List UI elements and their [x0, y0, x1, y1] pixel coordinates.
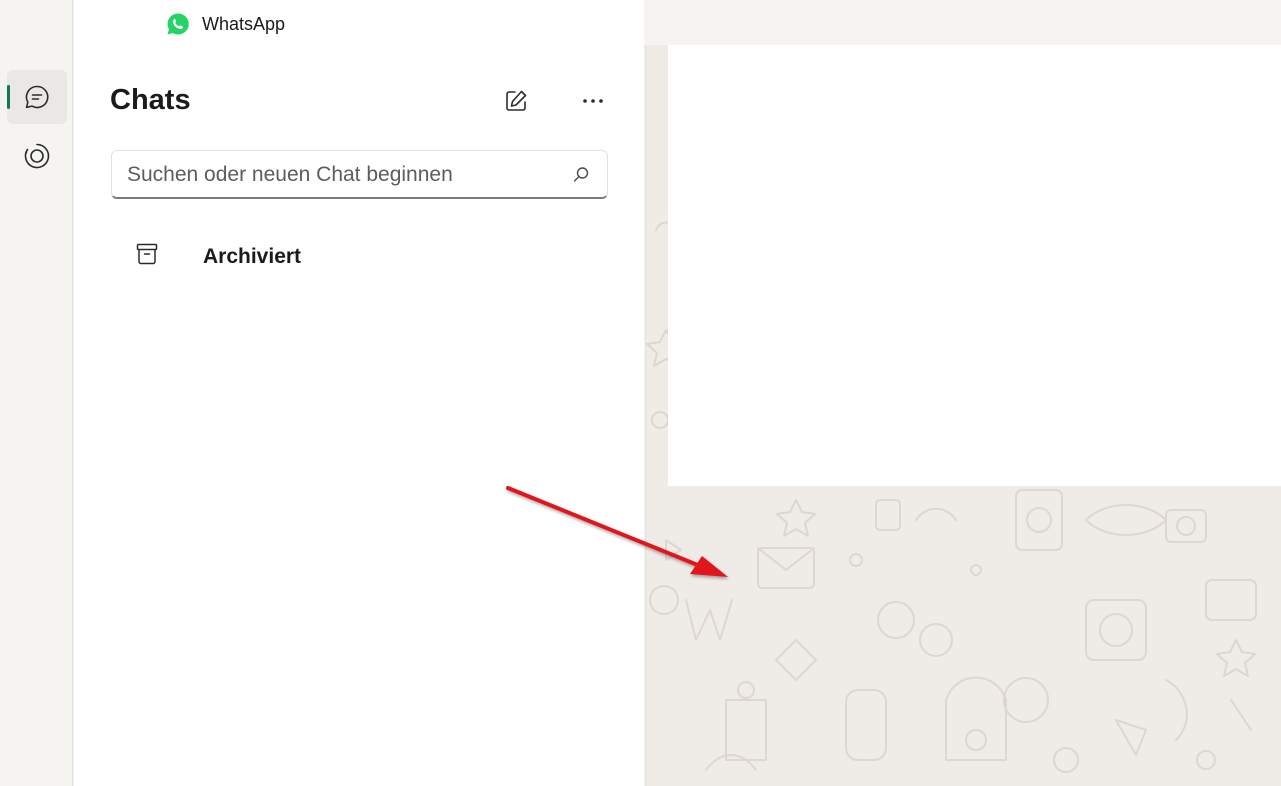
page-title: Chats	[110, 84, 191, 116]
more-options-icon	[583, 99, 603, 103]
archived-chats-item[interactable]: Archiviert	[111, 225, 608, 291]
archived-label: Archiviert	[203, 245, 302, 268]
search-icon[interactable]	[571, 165, 591, 185]
title-bar: WhatsApp	[148, 0, 718, 50]
app-title: WhatsApp	[202, 14, 286, 34]
search-input[interactable]	[127, 161, 557, 189]
blank-overlay-panel	[668, 45, 1281, 486]
active-indicator	[7, 85, 10, 109]
search-box[interactable]	[111, 150, 608, 199]
status-icon	[24, 143, 50, 169]
rail-item-chats[interactable]	[7, 70, 67, 124]
compose-icon	[506, 90, 527, 111]
rail-item-status[interactable]	[7, 129, 67, 183]
more-options-button[interactable]	[573, 81, 613, 121]
annotation-arrow-icon	[506, 486, 728, 577]
archive-icon	[136, 243, 158, 265]
new-chat-button[interactable]	[496, 81, 536, 121]
chats-panel: WhatsApp Chats Archiviert	[74, 0, 644, 786]
navigation-rail	[0, 0, 73, 786]
top-strip	[645, 0, 1281, 45]
chat-bubble-icon	[25, 85, 49, 109]
whatsapp-logo-icon	[167, 13, 189, 35]
